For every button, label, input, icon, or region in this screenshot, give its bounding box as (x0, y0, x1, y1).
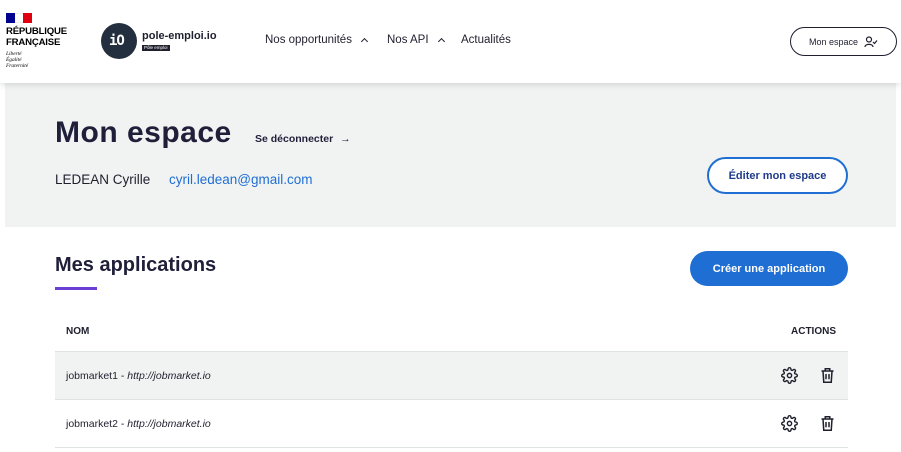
app-name: jobmarket1 (66, 369, 118, 382)
gov-logo-line: Française (6, 37, 61, 48)
brand-logo-icon[interactable]: iO (101, 23, 137, 59)
create-app-button[interactable]: Créer une application (690, 251, 848, 286)
user-name: LEDEAN Cyrille (55, 172, 151, 187)
brand-badge: Pôle emploi (142, 45, 170, 51)
logout-label: Se déconnecter (255, 133, 334, 145)
chevron-up-icon (360, 37, 368, 46)
app-cell: jobmarket1 - http://jobmarket.io (66, 370, 211, 382)
profile-section: Mon espace Se déconnecter → LEDEAN Cyril… (5, 83, 896, 227)
row-actions (780, 415, 836, 433)
nav-opportunites[interactable]: Nos opportunités (265, 34, 368, 46)
title-underline (55, 287, 97, 290)
trash-icon[interactable] (818, 367, 836, 385)
column-header-name: NOM (66, 326, 90, 337)
nav-label: Nos opportunités (265, 34, 352, 46)
app-separator: - (117, 417, 128, 430)
column-header-actions: ACTIONS (791, 326, 836, 337)
user-check-icon (864, 35, 878, 47)
table-row: jobmarket1 - http://jobmarket.io (55, 352, 848, 400)
edit-space-button[interactable]: Éditer mon espace (707, 157, 848, 194)
account-button[interactable]: Mon espace (790, 27, 897, 56)
app-url: http://jobmarket.io (127, 417, 211, 430)
apps-title: Mes applications (55, 254, 217, 276)
table-header: NOM ACTIONS (55, 312, 848, 352)
gear-icon[interactable] (780, 367, 798, 385)
account-button-label: Mon espace (808, 36, 859, 47)
brand-name[interactable]: pole-emploi.io (142, 30, 217, 42)
gov-motto-line: Fraternité (6, 63, 29, 69)
apps-table: NOM ACTIONS jobmarket1 - http://jobmarke… (55, 312, 848, 448)
nav-actualites[interactable]: Actualités (461, 34, 511, 46)
logout-link[interactable]: Se déconnecter → (255, 133, 351, 145)
brand-glyph: iO (109, 33, 125, 49)
nav-api[interactable]: Nos API (387, 34, 445, 46)
user-email[interactable]: cyril.ledean@gmail.com (169, 172, 313, 187)
table-row: jobmarket2 - http://jobmarket.io (55, 400, 848, 448)
arrow-right-icon: → (340, 133, 351, 145)
gear-icon[interactable] (780, 415, 798, 433)
nav-label: Actualités (461, 34, 511, 46)
gov-logo-line: République (6, 26, 67, 37)
app-url: http://jobmarket.io (127, 369, 211, 382)
gov-logo[interactable]: République Française Liberté Égalité Fra… (6, 13, 67, 69)
page-title: Mon espace (55, 116, 232, 149)
flag-icon (6, 13, 33, 23)
chevron-up-icon (437, 37, 445, 46)
row-actions (780, 367, 836, 385)
nav-label: Nos API (387, 34, 429, 46)
app-cell: jobmarket2 - http://jobmarket.io (66, 418, 211, 430)
trash-icon[interactable] (818, 415, 836, 433)
app-separator: - (117, 369, 128, 382)
app-name: jobmarket2 (66, 417, 118, 430)
site-header: République Française Liberté Égalité Fra… (0, 0, 901, 83)
